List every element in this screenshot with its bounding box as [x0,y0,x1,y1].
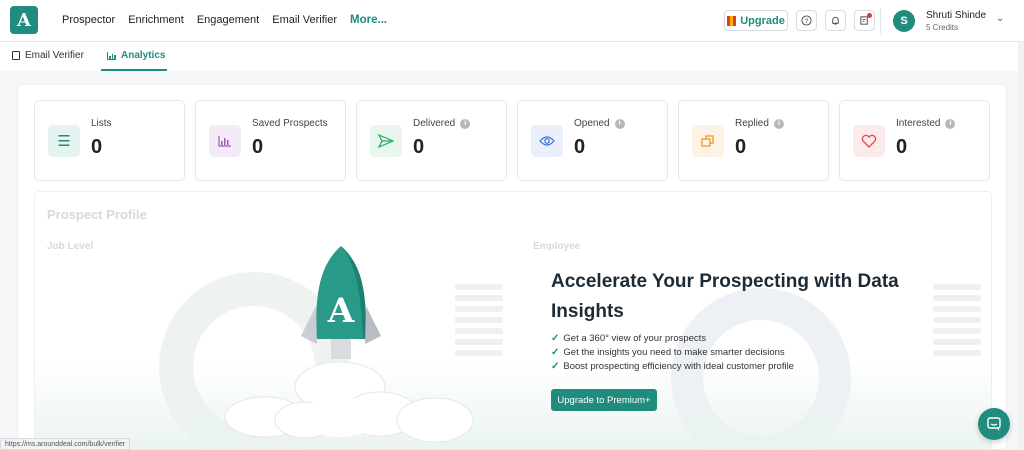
chat-icon [987,417,1001,431]
user-name: Shruti Shinde [926,10,987,21]
top-navbar: A Prospector Enrichment Engagement Email… [0,0,1024,42]
stat-card-interested: Interested i 0 [839,100,990,181]
bar-chart-icon [107,51,116,60]
nav-more[interactable]: More... [350,14,387,26]
chevron-down-icon[interactable]: ⌄ [996,13,1004,24]
svg-text:A: A [327,291,355,331]
list-item: ✓ Boost prospecting efficiency with ideal… [551,360,794,372]
stat-card-delivered: Delivered i 0 [356,100,507,181]
check-icon: ✓ [551,346,560,358]
upgrade-button[interactable]: Upgrade [724,10,788,31]
notifications-button[interactable] [825,10,846,31]
document-icon [12,51,20,60]
job-level-legend [455,284,503,356]
tab-label: Email Verifier [25,50,84,61]
avatar[interactable]: S [893,10,915,32]
analytics-panel: ☰ Lists 0 Saved Prospects 0 Delivered i 0… [17,84,1007,450]
svg-text:?: ? [805,18,809,25]
info-icon[interactable]: i [460,118,471,129]
tab-label: Analytics [121,50,166,61]
bar-chart-icon [209,125,241,157]
stat-label: Opened i [574,118,625,129]
app-logo[interactable]: A [10,6,38,34]
stat-card-replied: Replied i 0 [678,100,829,181]
job-level-label: Job Level [47,241,94,252]
nav-email-verifier[interactable]: Email Verifier [272,14,337,26]
stat-value: 0 [252,136,264,158]
tab-email-verifier[interactable]: Email Verifier [12,50,84,61]
stat-label: Saved Prospects [252,118,328,129]
info-icon[interactable]: i [945,118,956,129]
stat-value: 0 [574,136,586,158]
help-button[interactable]: ? [796,10,817,31]
nav-engagement[interactable]: Engagement [197,14,259,26]
cta-benefits-list: ✓ Get a 360° view of your prospects ✓ Get … [551,331,794,373]
rocket-illustration: A [301,246,381,359]
bell-icon [832,16,839,25]
scrollbar[interactable] [1018,42,1024,450]
chat-button[interactable] [978,408,1010,440]
stat-label: Interested i [896,118,956,129]
stat-value: 0 [896,136,908,158]
user-credits: 5 Credits [926,23,959,32]
tab-analytics[interactable]: Analytics [107,50,165,61]
stat-label: Lists [91,118,112,129]
prospect-profile-section: Prospect Profile Job Level Employee A Ac… [34,191,992,449]
eye-icon [531,125,563,157]
stat-value: 0 [91,136,103,158]
stat-value: 0 [413,136,425,158]
info-icon[interactable]: i [614,118,625,129]
nav-prospector[interactable]: Prospector [62,14,115,26]
check-icon: ✓ [551,360,560,372]
reply-icon [692,125,724,157]
notification-dot [867,13,872,18]
list-icon: ☰ [48,125,80,157]
stat-label: Replied i [735,118,784,129]
section-title: Prospect Profile [47,207,147,222]
stat-card-saved-prospects: Saved Prospects 0 [195,100,346,181]
status-url: https://ms.arounddeal.com/bulk/verifier [0,438,131,450]
info-icon[interactable]: i [773,118,784,129]
list-item: ✓ Get a 360° view of your prospects [551,332,707,344]
heart-icon [853,125,885,157]
active-tab-indicator [101,69,167,71]
question-icon: ? [801,15,812,26]
employee-label: Employee [533,241,581,252]
gift-icon [727,15,737,26]
cloud-illustration [224,362,474,443]
employee-legend [933,284,981,356]
stat-card-opened: Opened i 0 [517,100,668,181]
list-item: ✓ Get the insights you need to make smart… [551,346,785,358]
upgrade-premium-button[interactable]: Upgrade to Premium+ [551,389,657,411]
stat-card-lists: ☰ Lists 0 [34,100,185,181]
overlay-fade [35,362,991,449]
stat-value: 0 [735,136,747,158]
tasks-button[interactable] [854,10,875,31]
stat-label: Delivered i [413,118,471,129]
upgrade-label: Upgrade [740,14,785,27]
check-icon: ✓ [551,332,560,344]
nav-enrichment[interactable]: Enrichment [128,14,184,26]
sub-tabs: Email Verifier Analytics [0,42,1024,71]
divider [880,8,881,34]
send-icon [370,125,402,157]
main-nav: Prospector Enrichment Engagement Email V… [62,14,387,26]
cta-title: Accelerate Your Prospecting with Data In… [551,271,899,322]
